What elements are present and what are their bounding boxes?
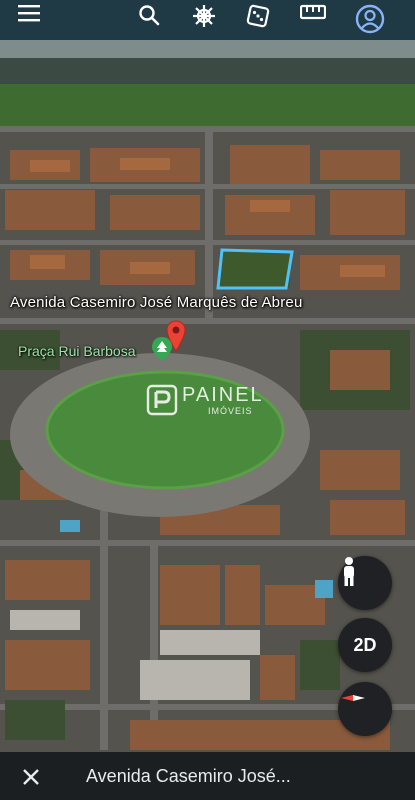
menu-icon[interactable] [18, 4, 56, 42]
pegman-icon [344, 557, 354, 586]
watermark-text: PAINEL [182, 384, 264, 406]
search-icon[interactable] [138, 4, 176, 42]
street-label[interactable]: Avenida Casemiro José Marquês de Abreu [10, 294, 302, 311]
park-label[interactable]: Praça Rui Barbosa [18, 343, 136, 359]
ruler-icon[interactable] [300, 4, 338, 42]
bottom-place-bar[interactable]: Avenida Casemiro José... [0, 752, 415, 800]
park-tree-icon[interactable] [151, 336, 173, 362]
ship-wheel-icon[interactable] [192, 4, 230, 42]
top-toolbar [0, 0, 415, 46]
dice-icon[interactable] [246, 4, 284, 42]
place-title: Avenida Casemiro José... [86, 766, 291, 786]
satellite-map[interactable]: Avenida Casemiro José Marquês de Abreu P… [0, 0, 415, 752]
view-mode-label: 2D [353, 634, 377, 655]
view-mode-toggle[interactable]: 2D [338, 618, 392, 672]
watermark-subtext: IMÓVEIS [208, 406, 253, 416]
account-icon[interactable] [355, 4, 393, 42]
street-view-button[interactable] [338, 556, 392, 610]
watermark-logo: PAINEL IMÓVEIS [146, 382, 276, 422]
compass-icon [341, 695, 365, 701]
close-icon[interactable] [18, 764, 44, 790]
compass-button[interactable] [338, 682, 392, 736]
